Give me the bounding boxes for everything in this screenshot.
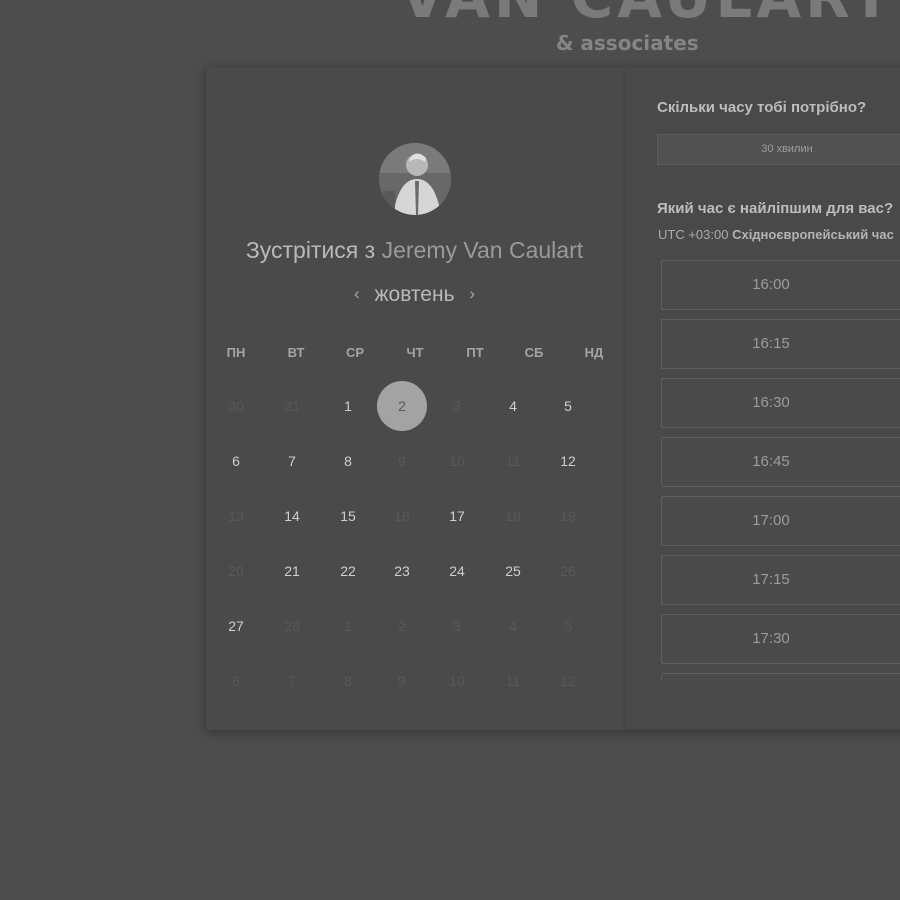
calendar-day: 2	[398, 618, 406, 634]
schedule-panel: Скільки часу тобі потрібно? 30 хвилин Як…	[625, 67, 900, 730]
calendar-day: 20	[228, 563, 244, 579]
calendar-day: 10	[449, 673, 465, 689]
calendar-day: 16	[394, 508, 410, 524]
timezone-offset: UTC +03:00	[658, 227, 729, 242]
calendar-day[interactable]: 17	[432, 491, 482, 541]
calendar-day: 28	[284, 618, 300, 634]
calendar-day[interactable]: 22	[323, 546, 373, 596]
time-slot-label: 16:45	[752, 453, 790, 470]
calendar-day: 11	[505, 673, 521, 689]
time-question: Який час є найліпшим для вас?	[657, 200, 894, 217]
calendar-day: 12	[560, 673, 576, 689]
calendar-day[interactable]: 4	[488, 381, 538, 431]
calendar-day: 3	[453, 618, 461, 634]
time-slot-label: 16:30	[752, 394, 790, 411]
calendar-day: 9	[398, 453, 406, 469]
calendar-day[interactable]: 14	[267, 491, 317, 541]
time-slot-label: 17:15	[752, 571, 790, 588]
calendar-day: 31	[284, 398, 300, 414]
calendar-day-selected[interactable]: 2	[377, 381, 427, 431]
time-slot-button[interactable]: 17:45	[661, 673, 900, 680]
time-slot-label: 17:00	[752, 512, 790, 529]
time-slot-label: 17:30	[752, 630, 790, 647]
calendar-day[interactable]: 5	[543, 381, 593, 431]
calendar-day: 26	[560, 563, 576, 579]
brand-logo-title: VAN CAULART	[400, 0, 895, 26]
time-slot-label: 17:45	[752, 674, 790, 680]
calendar-day: 13	[228, 508, 244, 524]
calendar-grid: 30 31 1 2 3 4 5 6 7 8 9 10 11 12 13 14 15 16 17 18 19 20 21 22 2…	[206, 67, 623, 730]
time-slot-label: 16:00	[752, 276, 790, 293]
time-slot-button[interactable]: 17:30	[661, 614, 900, 664]
calendar-day: 30	[228, 398, 244, 414]
calendar-day: 9	[398, 673, 406, 689]
calendar-day[interactable]: 25	[488, 546, 538, 596]
time-slot-button[interactable]: 16:45	[661, 437, 900, 487]
calendar-day[interactable]: 23	[377, 546, 427, 596]
calendar-day: 7	[288, 673, 296, 689]
calendar-day: 18	[505, 508, 521, 524]
calendar-day[interactable]: 12	[543, 436, 593, 486]
time-slot-label: 16:15	[752, 335, 790, 352]
calendar-day: 4	[509, 618, 517, 634]
calendar-day: 3	[453, 398, 461, 414]
calendar-day[interactable]: 21	[267, 546, 317, 596]
duration-select[interactable]: 30 хвилин	[657, 134, 900, 165]
calendar-day[interactable]: 27	[211, 601, 261, 651]
booking-card: Зустрітися з Jeremy Van Caulart ‹ жовтен…	[206, 67, 900, 730]
calendar-day: 11	[505, 453, 521, 469]
time-slot-button[interactable]: 16:15	[661, 319, 900, 369]
calendar-panel: Зустрітися з Jeremy Van Caulart ‹ жовтен…	[206, 67, 625, 730]
calendar-day: 19	[560, 508, 576, 524]
time-slot-button[interactable]: 16:30	[661, 378, 900, 428]
time-slot-button[interactable]: 16:00	[661, 260, 900, 310]
duration-question: Скільки часу тобі потрібно?	[657, 99, 867, 116]
time-slot-button[interactable]: 17:00	[661, 496, 900, 546]
timezone-name: Східноєвропейський час	[732, 227, 894, 242]
calendar-day: 10	[449, 453, 465, 469]
time-slot-button[interactable]: 17:15	[661, 555, 900, 605]
brand-logo-subtitle: & associates	[556, 31, 699, 55]
calendar-day: 6	[232, 673, 240, 689]
calendar-day: 8	[344, 673, 352, 689]
calendar-day[interactable]: 15	[323, 491, 373, 541]
calendar-day[interactable]: 8	[323, 436, 373, 486]
time-slot-list[interactable]: 16:00 16:15 16:30 16:45 17:00 17:15 17:30 17:45	[661, 260, 900, 680]
calendar-day[interactable]: 1	[323, 381, 373, 431]
timezone-label[interactable]: UTC +03:00 Східноєвропейський час	[658, 227, 894, 242]
calendar-day: 5	[564, 618, 572, 634]
calendar-day[interactable]: 24	[432, 546, 482, 596]
calendar-day[interactable]: 6	[211, 436, 261, 486]
calendar-day[interactable]: 7	[267, 436, 317, 486]
calendar-day: 1	[344, 618, 352, 634]
